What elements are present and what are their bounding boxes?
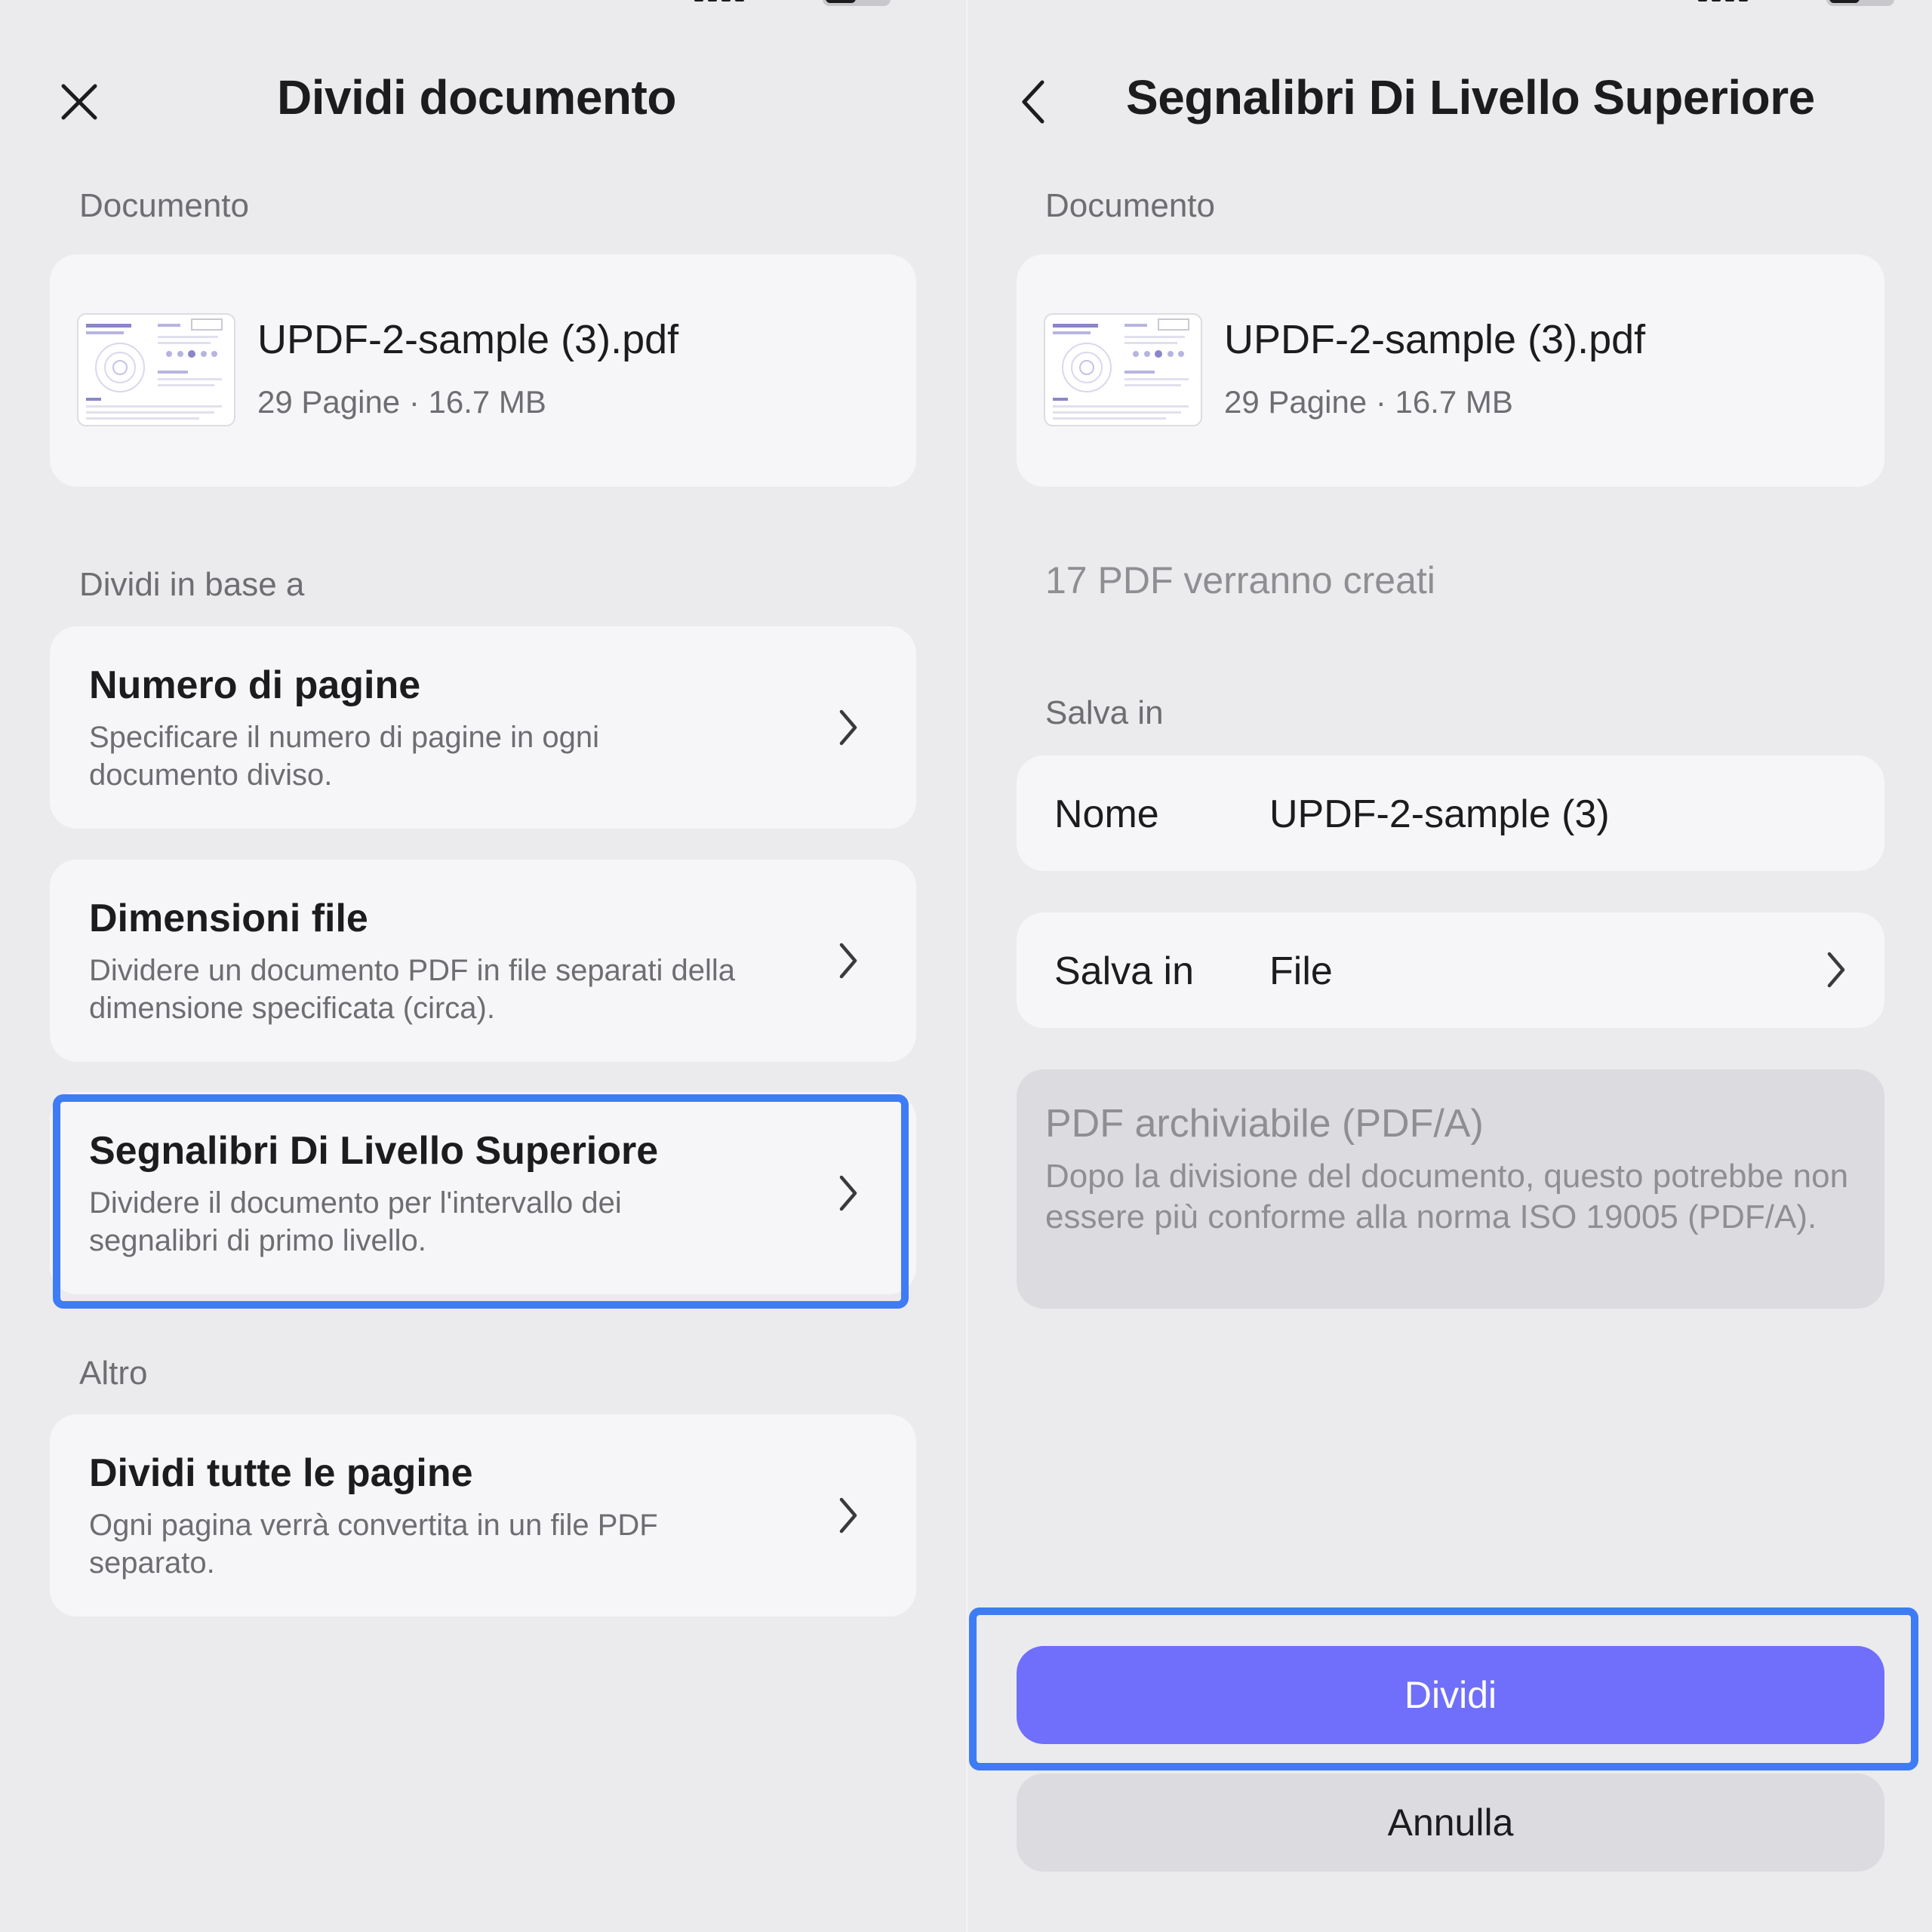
- option-file-size[interactable]: Dimensioni file Dividere un documento PD…: [50, 860, 916, 1062]
- document-section-label: Documento: [79, 187, 250, 224]
- save-location-label: Salva in: [1054, 949, 1194, 993]
- nav-bar: Segnalibri Di Livello Superiore: [968, 53, 1932, 151]
- save-section-label: Salva in: [1045, 694, 1164, 731]
- pdfa-title: PDF archiviabile (PDF/A): [1045, 1102, 1484, 1146]
- save-location-row[interactable]: Salva in File: [1017, 912, 1884, 1028]
- option-description: Ogni pagina verrà convertita in un file …: [89, 1509, 658, 1580]
- chevron-right-icon: [833, 938, 863, 983]
- pdf-count-info: 17 PDF verranno creati: [1045, 559, 1435, 601]
- status-time-glyphs: [106, 0, 196, 2]
- page-title: Segnalibri Di Livello Superiore: [1126, 70, 1815, 125]
- document-card: UPDF-2-sample (3).pdf 29 Pagine · 16.7 M…: [1017, 254, 1884, 487]
- chevron-right-icon: [1821, 947, 1851, 992]
- battery-icon: [1826, 0, 1894, 6]
- signal-icon: [1698, 0, 1748, 2]
- save-location-value: File: [1269, 949, 1333, 993]
- document-meta: 29 Pagine · 16.7 MB: [257, 384, 546, 420]
- split-options-panel: Dividi documento Documento UPDF-2-sample…: [0, 0, 966, 1932]
- option-split-all-pages[interactable]: Dividi tutte le pagine Ogni pagina verrà…: [50, 1414, 916, 1617]
- option-description: Specificare il numero di pagine in ogni …: [89, 721, 599, 792]
- option-top-level-bookmarks[interactable]: Segnalibri Di Livello Superiore Dividere…: [50, 1092, 916, 1294]
- chevron-left-icon: [1022, 80, 1044, 124]
- option-description: Dividere il documento per l'intervallo d…: [89, 1186, 622, 1257]
- file-name-row[interactable]: Nome UPDF-2-sample (3): [1017, 755, 1884, 871]
- option-page-count[interactable]: Numero di pagine Specificare il numero d…: [50, 626, 916, 829]
- chevron-right-icon: [833, 705, 863, 750]
- option-title: Dimensioni file: [89, 897, 368, 940]
- option-description: Dividere un documento PDF in file separa…: [89, 954, 735, 1025]
- document-thumbnail: [78, 315, 234, 425]
- bookmark-split-panel: Segnalibri Di Livello Superiore Document…: [968, 0, 1932, 1932]
- document-section-label: Documento: [1045, 187, 1216, 224]
- battery-icon: [823, 0, 891, 6]
- chevron-right-icon: [833, 1171, 863, 1216]
- file-name-label: Nome: [1054, 792, 1159, 836]
- back-button[interactable]: [1007, 75, 1060, 128]
- nav-bar: Dividi documento: [0, 53, 966, 151]
- document-name: UPDF-2-sample (3).pdf: [1224, 317, 1646, 362]
- option-title: Dividi tutte le pagine: [89, 1451, 473, 1495]
- pdfa-description: Dopo la divisione del documento, questo …: [1045, 1158, 1849, 1235]
- pdfa-option-disabled: PDF archiviabile (PDF/A) Dopo la divisio…: [1017, 1069, 1884, 1309]
- split-button[interactable]: Dividi: [1017, 1646, 1884, 1744]
- document-card: UPDF-2-sample (3).pdf 29 Pagine · 16.7 M…: [50, 254, 916, 487]
- split-by-section-label: Dividi in base a: [79, 566, 305, 603]
- option-title: Segnalibri Di Livello Superiore: [89, 1129, 659, 1173]
- close-icon: [61, 84, 97, 120]
- document-thumbnail: [1045, 315, 1201, 425]
- status-icons: [1698, 0, 1894, 6]
- document-name: UPDF-2-sample (3).pdf: [257, 317, 679, 362]
- other-section-label: Altro: [79, 1355, 148, 1392]
- document-meta: 29 Pagine · 16.7 MB: [1224, 384, 1513, 420]
- status-time-glyphs: [1073, 0, 1164, 2]
- status-bar: [0, 0, 966, 6]
- option-title: Numero di pagine: [89, 663, 421, 707]
- close-button[interactable]: [53, 75, 106, 128]
- status-bar: [968, 0, 1932, 6]
- chevron-right-icon: [833, 1493, 863, 1538]
- cancel-button[interactable]: Annulla: [1017, 1774, 1884, 1872]
- file-name-field[interactable]: UPDF-2-sample (3): [1269, 792, 1610, 837]
- signal-icon: [694, 0, 744, 2]
- page-title: Dividi documento: [277, 70, 676, 125]
- status-icons: [694, 0, 891, 6]
